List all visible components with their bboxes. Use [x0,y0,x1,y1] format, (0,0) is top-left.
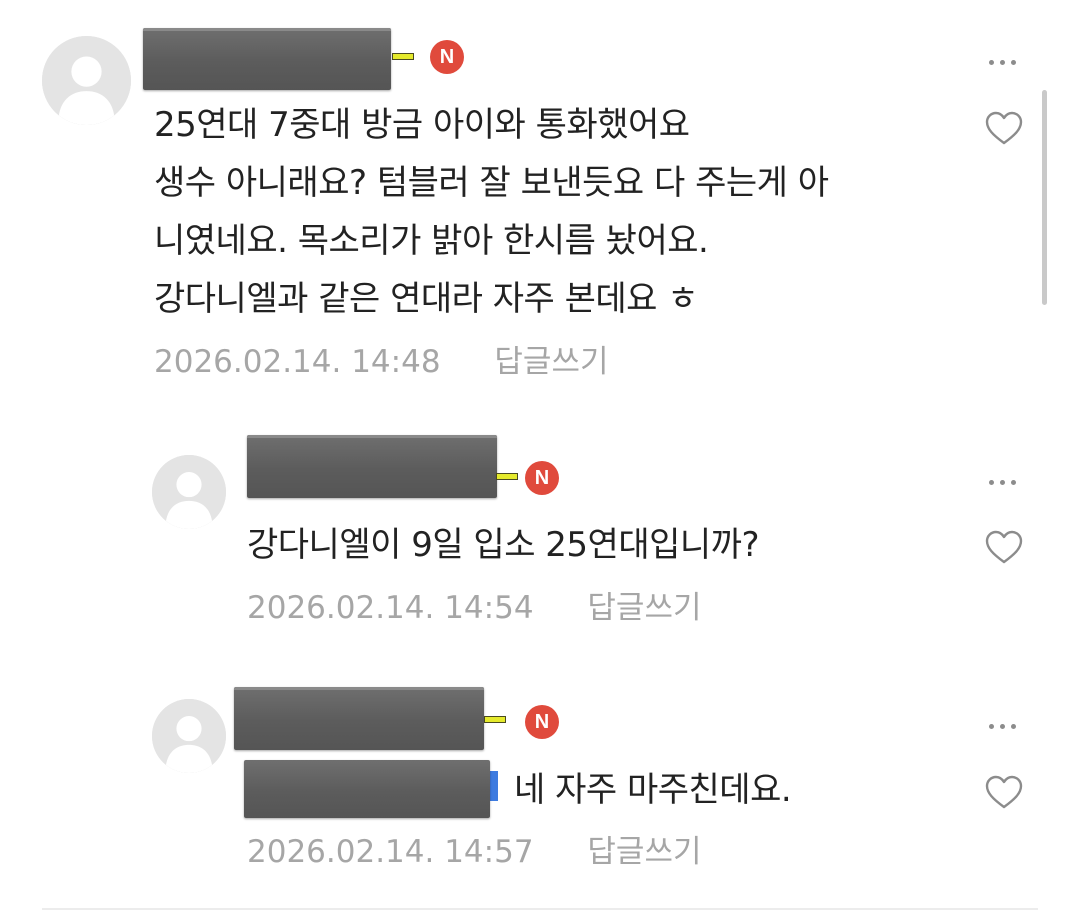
mention-link-edge[interactable] [490,771,498,801]
default-user-icon [152,455,226,529]
avatar[interactable] [152,699,226,773]
new-badge: N [525,705,559,739]
like-heart-icon[interactable] [984,110,1024,146]
like-heart-icon[interactable] [984,774,1024,810]
author-name-redacted [247,435,497,498]
comment-body: 강다니엘이 9일 입소 25연대입니까? [247,525,760,565]
level-bar-icon [392,53,414,60]
level-bar-icon [484,716,506,723]
comment-date: 2026.02.14. 14:54 [247,590,534,626]
mention-redacted[interactable] [244,760,490,818]
comment-date: 2026.02.14. 14:57 [247,834,534,870]
new-badge: N [430,40,464,74]
default-user-icon [152,699,226,773]
divider [42,908,1038,910]
comment-body: 25연대 7중대 방금 아이와 통화했어요 생수 아니래요? 텀블러 잘 보낸듯… [154,105,829,319]
comment-meta: 2026.02.14. 14:48 답글쓰기 [154,342,609,382]
reply-button[interactable]: 답글쓰기 [587,832,701,872]
comment-meta: 2026.02.14. 14:54 답글쓰기 [247,588,702,628]
like-heart-icon[interactable] [984,529,1024,565]
reply-button[interactable]: 답글쓰기 [587,588,701,628]
more-options-icon[interactable] [982,714,1022,738]
avatar[interactable] [42,36,131,125]
avatar[interactable] [152,455,226,529]
comment-date: 2026.02.14. 14:48 [154,344,441,380]
author-name-redacted [234,687,484,750]
default-user-icon [42,36,131,125]
more-options-icon[interactable] [982,470,1022,494]
reply-button[interactable]: 답글쓰기 [494,342,608,382]
author-name-redacted [143,28,391,90]
level-bar-icon [496,473,518,480]
comment-body: 네 자주 마주친데요. [514,770,792,810]
comment-meta: 2026.02.14. 14:57 답글쓰기 [247,832,702,872]
more-options-icon[interactable] [982,50,1022,74]
scrollbar[interactable] [1042,90,1047,305]
new-badge: N [525,461,559,495]
